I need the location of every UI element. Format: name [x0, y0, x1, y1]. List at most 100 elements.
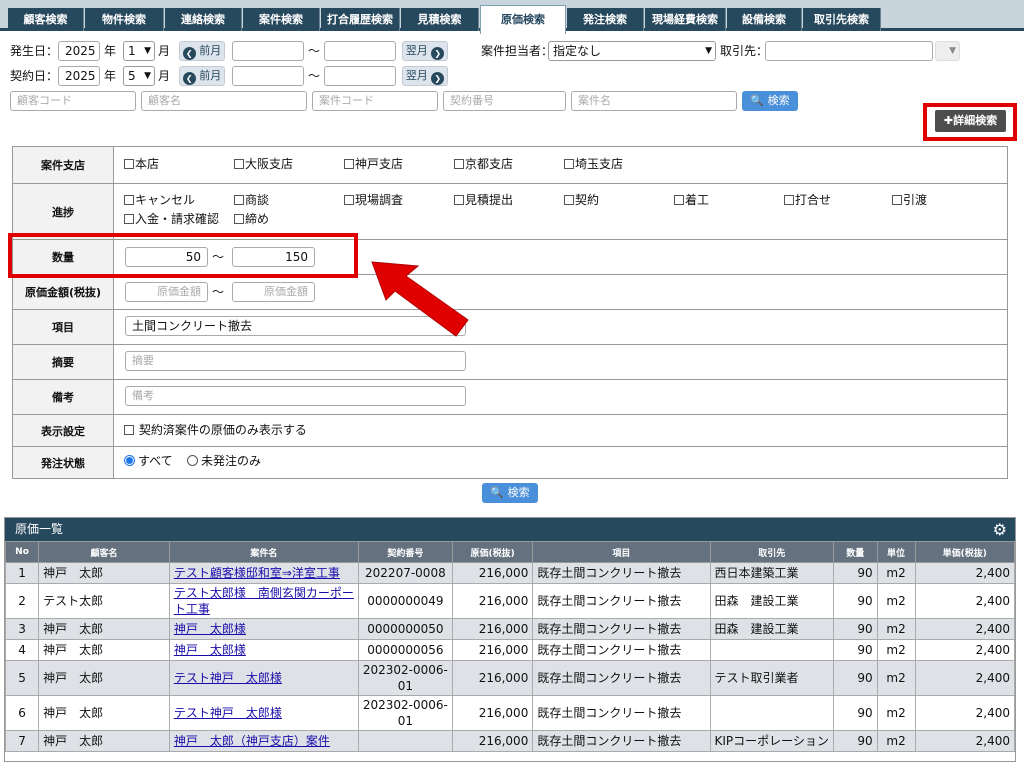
contract-year-input[interactable]: 2025 [58, 66, 100, 86]
order-unordered-radio[interactable]: 未発注のみ [187, 453, 261, 469]
tab-8[interactable]: 現場経費検索 [645, 8, 726, 31]
detail-search-highlight [923, 103, 1017, 141]
remarks-input[interactable]: 備考 [125, 386, 466, 406]
column-header[interactable]: 顧客名 [38, 541, 170, 563]
column-header[interactable]: 案件名 [168, 541, 359, 563]
supplier-name: KIPコーポレーション [709, 730, 834, 752]
contract-to-date[interactable] [324, 66, 396, 86]
item-name: 既存土間コンクリート撤去 [532, 618, 711, 640]
summary-input[interactable]: 摘要 [125, 351, 466, 371]
progress-checkbox-5[interactable]: 着工 [674, 192, 709, 208]
contract-from-date[interactable] [232, 66, 304, 86]
tab-9[interactable]: 設備検索 [727, 8, 802, 31]
case-name-link[interactable]: 神戸 太郎様 [168, 639, 359, 661]
branch-checkbox-0[interactable]: 本店 [124, 156, 159, 172]
case-name-link[interactable]: テスト太郎様 南側玄関カーポー ト工事 [168, 583, 359, 619]
table-row[interactable]: 7 神戸 太郎 神戸 太郎（神戸支店）案件 216,000 既存土間コンクリート撤去 KI… [5, 730, 1015, 752]
table-row[interactable]: 6 神戸 太郎 テスト神戸 太郎様 202302-0006- 01 216,000 既存土間… [5, 695, 1015, 731]
progress-checkbox-1[interactable]: 商談 [234, 192, 269, 208]
checkbox-box [344, 159, 354, 169]
supplier-dropdown[interactable]: ▼ [935, 41, 960, 61]
column-header[interactable]: No [5, 541, 40, 563]
column-header[interactable]: 原価(税抜) [451, 541, 534, 563]
table-row[interactable]: 1 神戸 太郎 テスト顧客様邸和室⇒洋室工事 202207-0008 216,000 既存… [5, 562, 1015, 584]
occurrence-from-date[interactable] [232, 41, 304, 61]
progress-checkbox-2[interactable]: 現場調査 [344, 192, 403, 208]
display-contracted-only-checkbox[interactable]: 契約済案件の原価のみ表示する [124, 422, 307, 438]
branch-checkbox-4[interactable]: 埼玉支店 [564, 156, 623, 172]
column-header[interactable]: 数量 [832, 541, 878, 563]
staff-select[interactable]: 指定なし ▼ [548, 41, 716, 61]
prev-month-button[interactable]: ❮ 前月 [179, 66, 225, 86]
tab-10[interactable]: 取引先検索 [803, 8, 881, 31]
progress-checkbox-8[interactable]: 入金・請求確認 [124, 211, 219, 227]
prev-month-button[interactable]: ❮ 前月 [179, 41, 225, 61]
tab-4[interactable]: 打合履歴検索 [321, 8, 400, 31]
case-name-link[interactable]: 神戸 太郎（神戸支店）案件 [168, 730, 359, 752]
case-name-link[interactable]: 神戸 太郎様 [168, 618, 359, 640]
case-name-link-line1: 神戸 太郎（神戸支店）案件 [173, 734, 330, 748]
progress-label: 締め [245, 212, 270, 226]
tab-3[interactable]: 案件検索 [243, 8, 320, 31]
branch-checkbox-1[interactable]: 大阪支店 [234, 156, 293, 172]
detail-search-submit-button[interactable]: 🔍 検索 [482, 483, 538, 503]
next-month-button[interactable]: 翌月 ❯ [402, 41, 448, 61]
progress-checkbox-4[interactable]: 契約 [564, 192, 599, 208]
range-tilde: ～ [308, 44, 321, 58]
contract-number [357, 730, 453, 752]
column-header[interactable]: 単位 [876, 541, 916, 563]
occurrence-year-input[interactable]: 2025 [58, 41, 100, 61]
customer-name: 神戸 太郎 [38, 660, 170, 696]
unit: m2 [876, 730, 916, 752]
progress-checkbox-3[interactable]: 見積提出 [454, 192, 513, 208]
tab-5[interactable]: 見積検索 [401, 8, 479, 31]
contract-number-input[interactable]: 契約番号 [443, 91, 566, 111]
branch-label: 埼玉支店 [575, 157, 624, 171]
progress-header: 進捗 [13, 184, 114, 239]
customer-name-input[interactable]: 顧客名 [141, 91, 307, 111]
cost-to-input[interactable]: 原価金額 [232, 282, 315, 302]
chevron-down-icon: ▼ [144, 71, 151, 81]
column-header[interactable]: 取引先 [709, 541, 834, 563]
case-name-link[interactable]: テスト顧客様邸和室⇒洋室工事 [168, 562, 359, 584]
occurrence-month-select[interactable]: 1 ▼ [123, 41, 155, 61]
order-all-label: すべて [138, 454, 173, 468]
column-header[interactable]: 契約番号 [357, 541, 453, 563]
case-name-input[interactable]: 案件名 [571, 91, 737, 111]
case-name-link-line2: ト工事 [173, 602, 210, 616]
tab-1[interactable]: 物件検索 [85, 8, 164, 31]
column-header[interactable]: 単価(税抜) [914, 541, 1015, 563]
next-month-button[interactable]: 翌月 ❯ [402, 66, 448, 86]
table-row[interactable]: 4 神戸 太郎 神戸 太郎様 0000000056 216,000 既存土間コンクリート撤… [5, 639, 1015, 661]
progress-label: 打合せ [795, 193, 832, 207]
search-button[interactable]: 🔍 検索 [742, 91, 798, 111]
tab-2[interactable]: 連絡検索 [165, 8, 242, 31]
progress-checkbox-7[interactable]: 引渡 [892, 192, 927, 208]
table-row[interactable]: 3 神戸 太郎 神戸 太郎様 0000000050 216,000 既存土間コンクリート撤… [5, 618, 1015, 640]
item-header: 項目 [13, 310, 114, 344]
prev-month-label: 前月 [199, 44, 222, 57]
table-row[interactable]: 5 神戸 太郎 テスト神戸 太郎様 202302-0006- 01 216,000 既存土間… [5, 660, 1015, 696]
table-row[interactable]: 2 テスト太郎 テスト太郎様 南側玄関カーポー ト工事 0000000049 216,00… [5, 583, 1015, 619]
tab-7[interactable]: 発注検索 [567, 8, 644, 31]
case-name-link[interactable]: テスト神戸 太郎様 [168, 695, 359, 731]
occurrence-to-date[interactable] [324, 41, 396, 61]
contract-month-select[interactable]: 5 ▼ [123, 66, 155, 86]
cost-from-input[interactable]: 原価金額 [125, 282, 208, 302]
progress-checkbox-6[interactable]: 打合せ [784, 192, 831, 208]
chevron-down-icon: ▼ [705, 46, 712, 56]
case-code-input[interactable]: 案件コード [312, 91, 438, 111]
customer-code-input[interactable]: 顧客コード [10, 91, 136, 111]
case-name-link[interactable]: テスト神戸 太郎様 [168, 660, 359, 696]
column-header[interactable]: 項目 [532, 541, 711, 563]
progress-checkbox-0[interactable]: キャンセル [124, 192, 195, 208]
supplier-input[interactable] [765, 41, 933, 61]
checkbox-box [124, 195, 134, 205]
branch-checkbox-2[interactable]: 神戸支店 [344, 156, 403, 172]
progress-checkbox-9[interactable]: 締め [234, 211, 269, 227]
branch-checkbox-3[interactable]: 京都支店 [454, 156, 513, 172]
tab-6[interactable]: 原価検索 [480, 5, 566, 34]
gear-icon[interactable]: ⚙ [993, 518, 1007, 541]
tab-0[interactable]: 顧客検索 [8, 8, 84, 31]
order-all-radio[interactable]: すべて [124, 453, 173, 469]
